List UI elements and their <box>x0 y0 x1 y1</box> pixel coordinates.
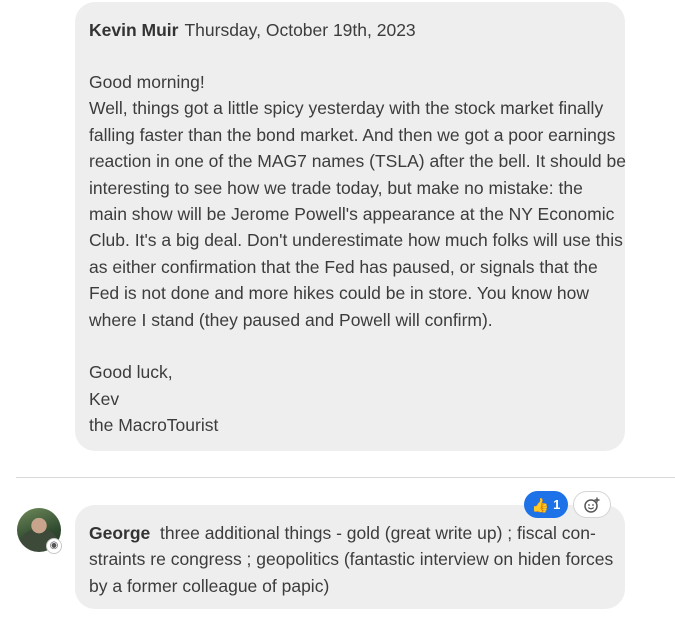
message-line: where I stand (they paused and Powell wi… <box>89 309 493 330</box>
message-line: main show will be Jerome Powell's appear… <box>89 204 615 225</box>
message-line: falling faster than the bond market. And… <box>89 124 616 145</box>
message-line: reaction in one of the MAG7 names (TSLA)… <box>89 151 626 172</box>
reaction-count: 1 <box>553 497 561 512</box>
message-line: Well, things got a little spicy yesterda… <box>89 98 604 119</box>
divider <box>16 477 675 478</box>
reply-author-name[interactable]: George <box>89 523 150 543</box>
message-line: Kev <box>89 388 120 409</box>
message-line: the MacroTourist <box>89 415 219 436</box>
message-line: interesting to see how we trade today, b… <box>89 177 583 198</box>
reply-line: by a former colleague of papic) <box>89 575 330 596</box>
message-line: Club. It's a big deal. Don't underestima… <box>89 230 623 251</box>
message-line: as either confirmation that the Fed has … <box>89 256 598 277</box>
message-date: Thursday, October 19th, 2023 <box>184 20 416 40</box>
message-bubble-reply: George three additional things - gold (g… <box>75 505 625 609</box>
message-line: Fed is not done and more hikes could be … <box>89 283 590 304</box>
reply-line: George three additional things - gold (g… <box>89 520 614 546</box>
presence-badge-icon: ◉ <box>46 538 62 554</box>
reply-line: straints re congress ; geopolitics (fant… <box>89 549 614 570</box>
message-body: Good morning! Well, things got a little … <box>89 69 626 439</box>
reply-body: George three additional things - gold (g… <box>89 520 614 599</box>
reply-line-text: three additional things - gold (great wr… <box>160 523 596 543</box>
message-header: Kevin Muir Thursday, October 19th, 2023 <box>89 19 416 41</box>
message-line: Good morning! <box>89 72 205 92</box>
message-line: Good luck, <box>89 362 173 383</box>
author-name[interactable]: Kevin Muir <box>89 20 178 40</box>
thumbs-up-icon: 👍 <box>531 496 550 513</box>
reaction-pill[interactable]: 👍 1 <box>524 491 568 518</box>
add-reaction-icon <box>584 497 600 513</box>
add-reaction-button[interactable] <box>573 491 611 518</box>
message-bubble-main: Kevin Muir Thursday, October 19th, 2023 G… <box>75 2 626 451</box>
